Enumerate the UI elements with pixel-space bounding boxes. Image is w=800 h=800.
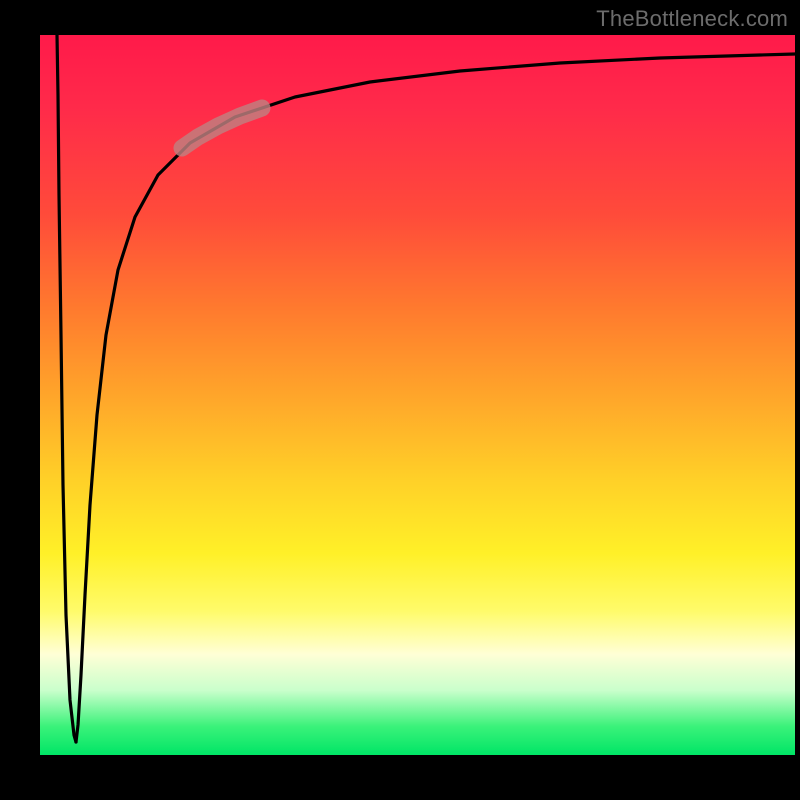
frame-bottom (0, 755, 800, 800)
highlight-band (182, 108, 262, 148)
watermark: TheBottleneck.com (596, 6, 788, 32)
curve-descending-branch (57, 35, 76, 742)
bottleneck-chart: TheBottleneck.com (0, 0, 800, 800)
curve-layer (40, 35, 795, 755)
frame-left (0, 0, 40, 800)
curve-ascending-branch (76, 54, 795, 742)
